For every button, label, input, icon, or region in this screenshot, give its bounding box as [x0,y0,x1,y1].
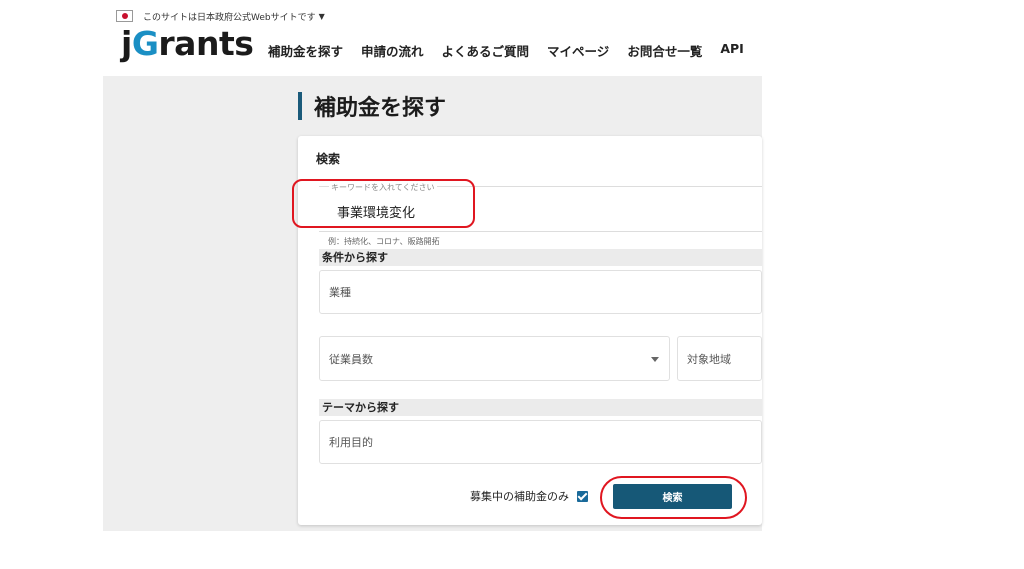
jgrants-logo[interactable]: jGrants [121,24,254,64]
recruiting-only-toggle[interactable]: 募集中の補助金のみ [470,488,588,504]
search-card-title: 検索 [316,152,341,166]
industry-field[interactable]: 業種 [319,270,762,314]
page-title: 補助金を探す [298,92,447,121]
site-header: このサイトは日本政府公式Webサイトです ▼ jGrants 補助金を探す 申請… [0,0,762,76]
recruiting-only-label: 募集中の補助金のみ [470,490,569,503]
caret-down-icon: ▼ [318,11,325,21]
theme-heading: テーマから探す [319,399,762,416]
employees-label: 従業員数 [329,352,373,366]
keyword-hint: 例：持続化、コロナ、販路開拓 [328,237,440,246]
keyword-placeholder: キーワードを入れてください [329,182,437,193]
search-card: 検索 キーワードを入れてください 事業環境変化 例：持続化、コロナ、販路開拓 条… [298,136,762,525]
nav-item-mypage[interactable]: マイページ [547,41,609,60]
title-accent-bar [298,92,302,120]
page-title-text: 補助金を探す [314,96,447,121]
gov-notice[interactable]: このサイトは日本政府公式Webサイトです ▼ [116,9,325,23]
gov-notice-text: このサイトは日本政府公式Webサイトです [143,12,316,23]
region-select[interactable]: 対象地域 [677,336,762,381]
nav-item-faq[interactable]: よくあるご質問 [442,41,530,60]
region-label: 対象地域 [687,352,731,366]
employees-select[interactable]: 従業員数 [319,336,670,381]
nav-item-api[interactable]: API [720,41,744,60]
recruiting-only-checkbox[interactable] [577,490,588,502]
keyword-input[interactable]: キーワードを入れてください 事業環境変化 [319,182,762,232]
purpose-label: 利用目的 [329,436,373,449]
nav-item-search-subsidy[interactable]: 補助金を探す [268,41,343,60]
japan-flag-icon [116,10,133,22]
dropdown-arrow-icon [651,356,659,362]
purpose-field[interactable]: 利用目的 [319,420,762,464]
conditions-heading: 条件から探す [319,249,762,266]
industry-label: 業種 [329,286,351,299]
nav-item-application-flow[interactable]: 申請の流れ [361,41,424,60]
keyword-value: 事業環境変化 [337,206,416,221]
main-nav: 補助金を探す 申請の流れ よくあるご質問 マイページ お問合せ一覧 API [268,41,744,60]
search-button[interactable]: 検索 [613,484,732,509]
nav-item-inquiries[interactable]: お問合せ一覧 [627,41,702,60]
